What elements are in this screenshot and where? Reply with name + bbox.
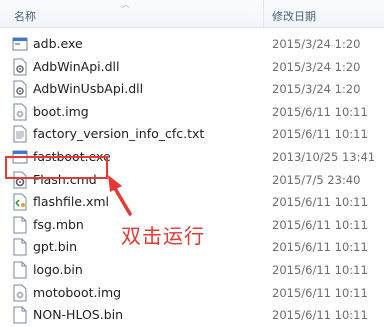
annotation-arrow xyxy=(108,175,132,216)
annotation-text: 双击运行 xyxy=(121,224,205,248)
